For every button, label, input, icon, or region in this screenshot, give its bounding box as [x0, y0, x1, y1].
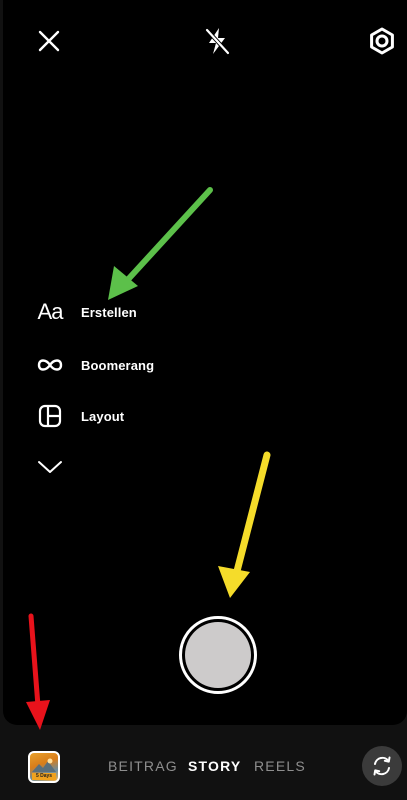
settings-gear-icon[interactable]: [365, 24, 399, 58]
flip-camera-button[interactable]: [362, 746, 402, 786]
layout-grid-icon: [35, 401, 65, 431]
infinity-icon: [35, 350, 65, 380]
thumbnail-caption: 5 Days: [32, 773, 56, 780]
tab-reels[interactable]: REELS: [254, 758, 306, 774]
flash-off-icon[interactable]: [200, 24, 234, 58]
close-icon[interactable]: [32, 24, 66, 58]
mode-create[interactable]: Aa Erstellen: [35, 297, 137, 327]
flip-camera-icon: [373, 756, 391, 776]
gallery-thumbnail[interactable]: 5 Days: [28, 751, 60, 783]
shutter-button[interactable]: [179, 616, 257, 694]
mode-create-label: Erstellen: [81, 304, 137, 320]
text-aa-icon: Aa: [37, 299, 64, 324]
mode-boomerang[interactable]: Boomerang: [35, 350, 154, 380]
shutter-inner: [185, 622, 251, 688]
bottom-bar: 5 Days BEITRAG STORY REELS: [0, 725, 407, 800]
chevron-down-icon: [35, 452, 65, 482]
tab-story[interactable]: STORY: [188, 758, 241, 774]
camera-viewfinder[interactable]: Aa Erstellen Boomerang Layout: [3, 0, 407, 725]
mode-boomerang-label: Boomerang: [81, 357, 155, 373]
tab-beitrag[interactable]: BEITRAG: [108, 758, 178, 774]
mode-layout[interactable]: Layout: [35, 401, 124, 431]
mode-layout-label: Layout: [81, 408, 125, 424]
more-modes-button[interactable]: [35, 452, 65, 482]
